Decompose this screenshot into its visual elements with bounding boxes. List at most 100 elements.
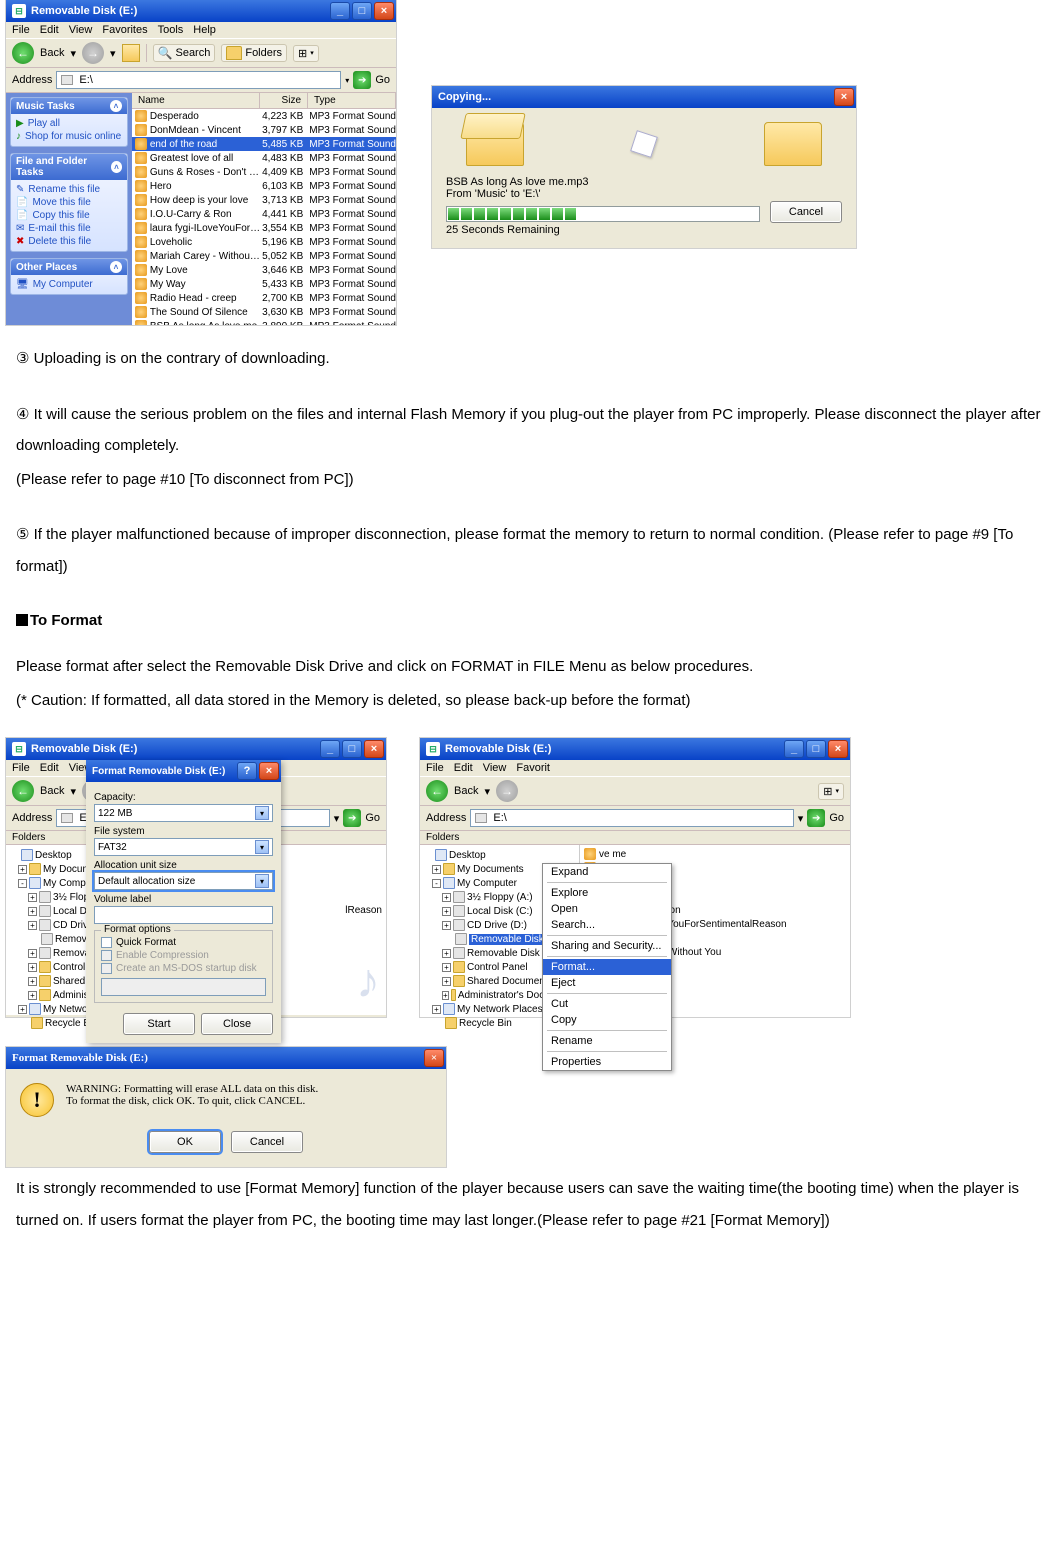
- volume-label-input[interactable]: [94, 906, 273, 924]
- titlebar[interactable]: ⊟ Removable Disk (E:) _ □ ×: [6, 738, 386, 760]
- file-row[interactable]: The Sound Of Silence3,630 KBMP3 Format S…: [132, 305, 396, 319]
- menu-file[interactable]: File: [426, 762, 444, 774]
- cancel-button[interactable]: Cancel: [231, 1131, 303, 1153]
- tree-node[interactable]: Desktop: [422, 848, 577, 862]
- file-row[interactable]: Hero6,103 KBMP3 Format Sound: [132, 179, 396, 193]
- titlebar[interactable]: ⊟ Removable Disk (E:) _ □ ×: [6, 0, 396, 22]
- allocation-select[interactable]: Default allocation size▾: [94, 872, 273, 890]
- maximize-button[interactable]: □: [342, 740, 362, 758]
- ctx-expand[interactable]: Expand: [543, 864, 671, 880]
- help-button[interactable]: ?: [237, 762, 257, 780]
- ctx-eject[interactable]: Eject: [543, 975, 671, 991]
- titlebar[interactable]: Format Removable Disk (E:) ×: [6, 1047, 446, 1069]
- menu-file[interactable]: File: [12, 24, 30, 36]
- file-row[interactable]: Guns & Roses - Don't Cry4,409 KBMP3 Form…: [132, 165, 396, 179]
- col-name[interactable]: Name: [132, 93, 260, 108]
- collapse-icon[interactable]: ˄: [110, 100, 122, 112]
- start-button[interactable]: Start: [123, 1013, 195, 1035]
- file-row[interactable]: DonMdean - Vincent3,797 KBMP3 Format Sou…: [132, 123, 396, 137]
- collapse-icon[interactable]: ˄: [110, 261, 122, 273]
- file-row[interactable]: How deep is your love3,713 KBMP3 Format …: [132, 193, 396, 207]
- ctx-explore[interactable]: Explore: [543, 885, 671, 901]
- ctx-rename[interactable]: Rename: [543, 1033, 671, 1049]
- menu-edit[interactable]: Edit: [454, 762, 473, 774]
- back-label[interactable]: Back: [40, 47, 64, 59]
- quick-format-checkbox[interactable]: Quick Format: [101, 937, 266, 948]
- address-input[interactable]: E:\: [56, 71, 341, 89]
- ctx-open[interactable]: Open: [543, 901, 671, 917]
- task-delete[interactable]: ✖Delete this file: [16, 235, 122, 248]
- close-button[interactable]: ×: [374, 2, 394, 20]
- file-row[interactable]: ve me: [584, 847, 846, 861]
- minimize-button[interactable]: _: [320, 740, 340, 758]
- go-label[interactable]: Go: [375, 74, 390, 86]
- search-button[interactable]: 🔍Search: [153, 44, 216, 62]
- close-button[interactable]: ×: [828, 740, 848, 758]
- menu-favorites[interactable]: Favorites: [102, 24, 147, 36]
- collapse-icon[interactable]: ˄: [111, 161, 122, 173]
- views-button[interactable]: ⊞ ▾: [293, 45, 319, 62]
- menu-view[interactable]: View: [483, 762, 507, 774]
- close-button[interactable]: ×: [424, 1049, 444, 1067]
- up-icon[interactable]: [122, 44, 140, 62]
- maximize-button[interactable]: □: [806, 740, 826, 758]
- task-link[interactable]: ▶Play all: [16, 117, 122, 130]
- fwd-dropdown-icon[interactable]: ▾: [110, 47, 116, 60]
- task-copy[interactable]: 📄Copy this file: [16, 209, 122, 222]
- menu-favorites[interactable]: Favorit: [516, 762, 550, 774]
- file-row[interactable]: laura fygi-ILoveYouForSentim...3,554 KBM…: [132, 221, 396, 235]
- file-row[interactable]: My Way5,433 KBMP3 Format Sound: [132, 277, 396, 291]
- ctx-search[interactable]: Search...: [543, 917, 671, 933]
- forward-icon[interactable]: →: [82, 42, 104, 64]
- col-type[interactable]: Type: [308, 93, 396, 108]
- minimize-button[interactable]: _: [330, 2, 350, 20]
- minimize-button[interactable]: _: [784, 740, 804, 758]
- titlebar[interactable]: Copying... ×: [432, 86, 856, 108]
- menu-tools[interactable]: Tools: [158, 24, 184, 36]
- file-row[interactable]: Loveholic5,196 KBMP3 Format Sound: [132, 235, 396, 249]
- file-row[interactable]: Desperado4,223 KBMP3 Format Sound: [132, 109, 396, 123]
- file-row[interactable]: My Love3,646 KBMP3 Format Sound: [132, 263, 396, 277]
- file-row[interactable]: Greatest love of all4,483 KBMP3 Format S…: [132, 151, 396, 165]
- back-icon[interactable]: ←: [426, 780, 448, 802]
- titlebar[interactable]: ⊟ Removable Disk (E:) _ □ ×: [420, 738, 850, 760]
- task-link[interactable]: 🖥My Computer: [16, 278, 122, 291]
- close-button-dialog[interactable]: Close: [201, 1013, 273, 1035]
- task-email[interactable]: ✉E-mail this file: [16, 222, 122, 235]
- close-button[interactable]: ×: [259, 762, 279, 780]
- menu-edit[interactable]: Edit: [40, 762, 59, 774]
- capacity-select[interactable]: 122 MB▾: [94, 804, 273, 822]
- back-icon[interactable]: ←: [12, 42, 34, 64]
- file-row[interactable]: BSB As long As love me3,890 KBMP3 Format…: [132, 319, 396, 325]
- menu-help[interactable]: Help: [193, 24, 216, 36]
- task-move[interactable]: 📄Move this file: [16, 196, 122, 209]
- folders-button[interactable]: Folders: [221, 44, 287, 62]
- ctx-sharing[interactable]: Sharing and Security...: [543, 938, 671, 954]
- menubar[interactable]: File Edit View Favorites Tools Help: [6, 22, 396, 38]
- address-input[interactable]: E:\: [470, 809, 793, 827]
- forward-icon[interactable]: →: [496, 780, 518, 802]
- back-dropdown-icon[interactable]: ▾: [70, 47, 76, 60]
- ctx-copy[interactable]: Copy: [543, 1012, 671, 1028]
- go-button[interactable]: ➔: [807, 809, 825, 827]
- task-rename[interactable]: ✎Rename this file: [16, 183, 122, 196]
- menu-edit[interactable]: Edit: [40, 24, 59, 36]
- file-row[interactable]: end of the road5,485 KBMP3 Format Sound: [132, 137, 396, 151]
- menu-file[interactable]: File: [12, 762, 30, 774]
- ctx-properties[interactable]: Properties: [543, 1054, 671, 1070]
- filesystem-select[interactable]: FAT32▾: [94, 838, 273, 856]
- titlebar[interactable]: Format Removable Disk (E:) ? ×: [86, 760, 281, 782]
- go-button[interactable]: ➔: [343, 809, 361, 827]
- ok-button[interactable]: OK: [149, 1131, 221, 1153]
- views-button[interactable]: ⊞ ▾: [818, 783, 844, 800]
- file-row[interactable]: Radio Head - creep2,700 KBMP3 Format Sou…: [132, 291, 396, 305]
- back-icon[interactable]: ←: [12, 780, 34, 802]
- context-menu[interactable]: Expand Explore Open Search... Sharing an…: [542, 863, 672, 1071]
- maximize-button[interactable]: □: [352, 2, 372, 20]
- close-button[interactable]: ×: [834, 88, 854, 106]
- close-button[interactable]: ×: [364, 740, 384, 758]
- task-link[interactable]: ♪Shop for music online: [16, 130, 122, 143]
- file-list-pane[interactable]: Name Size Type Desperado4,223 KBMP3 Form…: [132, 93, 396, 325]
- file-row[interactable]: Mariah Carey - Without You5,052 KBMP3 Fo…: [132, 249, 396, 263]
- col-size[interactable]: Size: [260, 93, 308, 108]
